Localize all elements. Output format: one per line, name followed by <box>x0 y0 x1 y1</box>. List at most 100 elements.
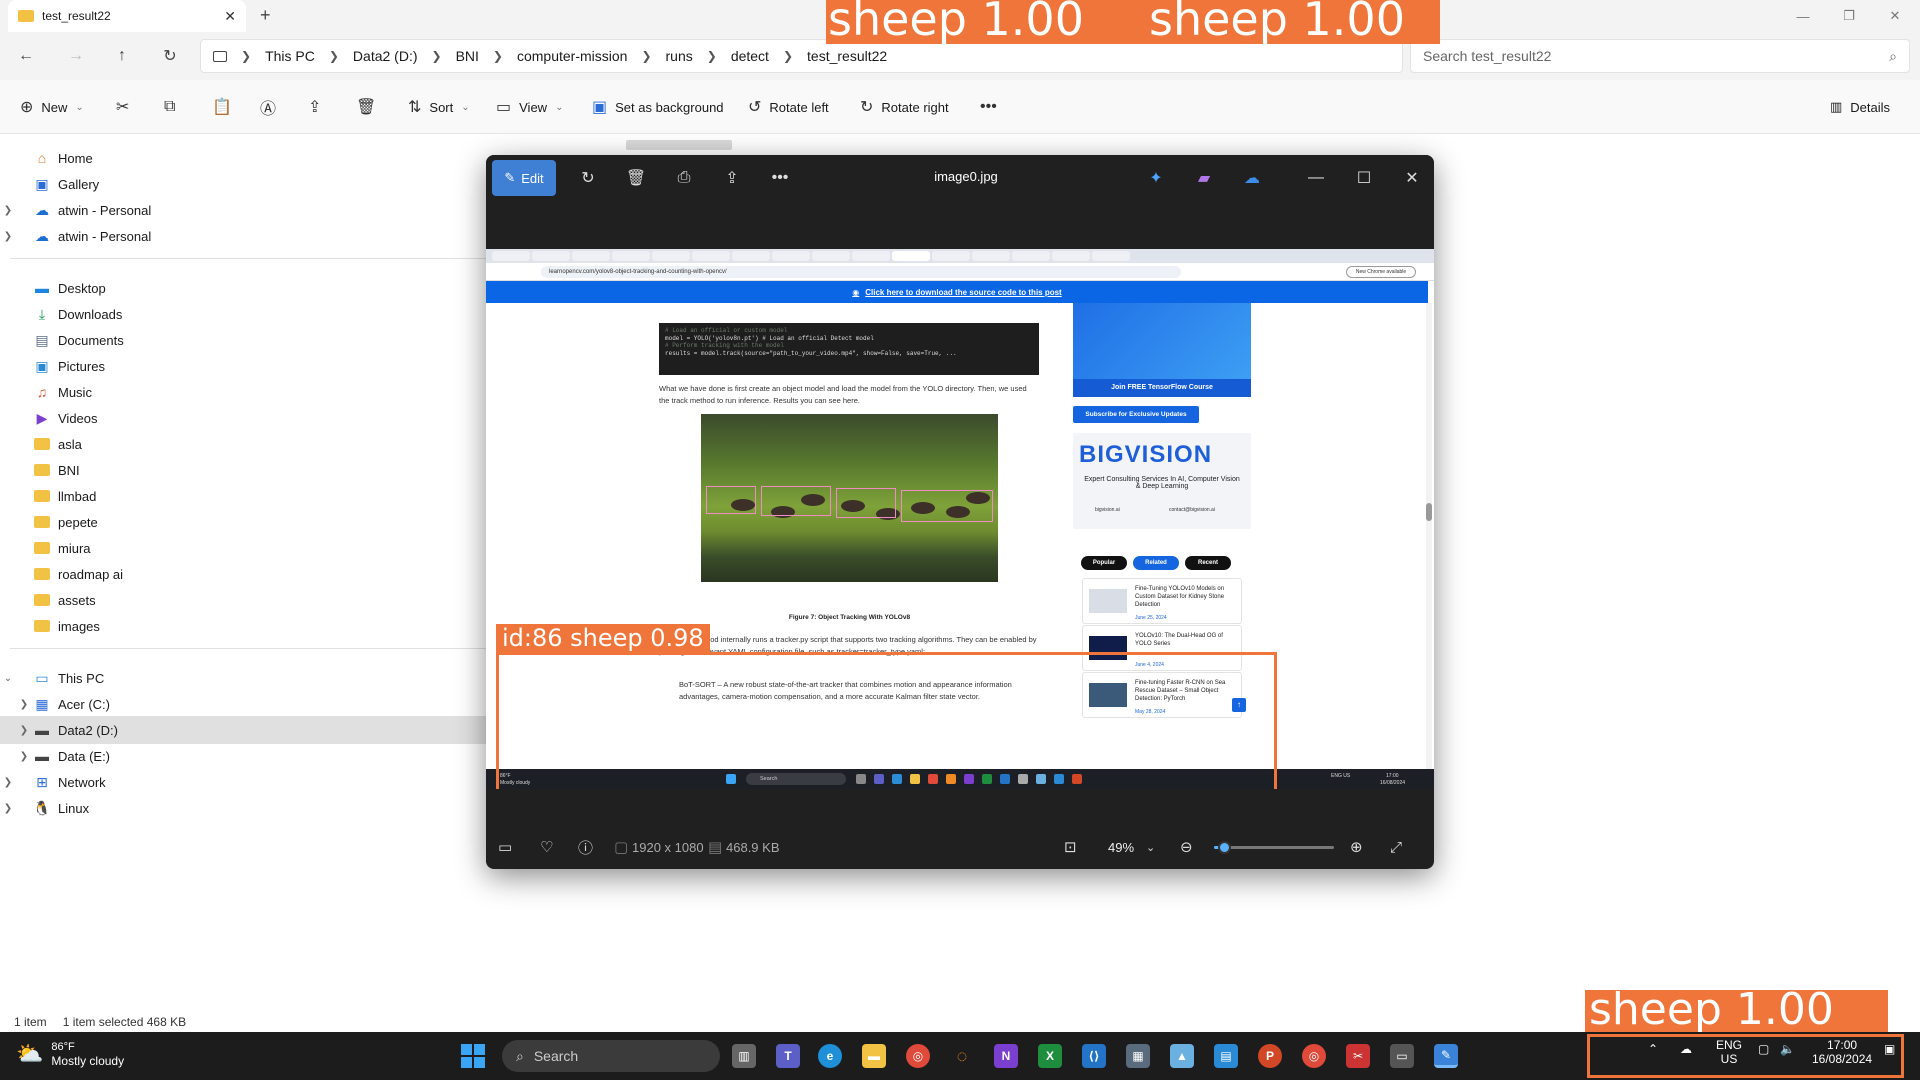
onenote-icon[interactable]: N <box>994 1044 1018 1068</box>
sidebar-item-folder[interactable]: asla <box>0 430 498 458</box>
more-options-button[interactable]: ••• <box>980 80 997 134</box>
chevron-right-icon[interactable]: ❯ <box>0 231 16 242</box>
volume-icon[interactable]: 🔈 <box>1780 1042 1795 1056</box>
sidebar-item-desktop[interactable]: ▬ Desktop <box>0 274 498 302</box>
maximize-button[interactable]: ❐ <box>1826 0 1872 32</box>
print-button[interactable]: ⎙ <box>666 160 702 196</box>
favorite-heart-icon[interactable]: ♡ <box>540 838 553 856</box>
sidebar-item-music[interactable]: ♫ Music <box>0 378 498 406</box>
photos-app-icon[interactable]: ▲ <box>1170 1044 1194 1068</box>
edge-icon[interactable]: e <box>818 1044 842 1068</box>
fit-to-window-icon[interactable]: ⊡ <box>1064 838 1077 856</box>
share-button[interactable]: ⇪ <box>714 160 750 196</box>
sidebar-item-folder[interactable]: pepete <box>0 508 498 536</box>
task-view-icon[interactable]: ▥ <box>732 1044 756 1068</box>
file-explorer-icon[interactable]: ▬ <box>862 1044 886 1068</box>
info-icon[interactable]: ⓘ <box>578 837 593 858</box>
breadcrumb-item[interactable]: This PC <box>265 48 315 64</box>
address-bar[interactable]: ❯ This PC ❯ Data2 (D:) ❯ BNI ❯ computer-… <box>200 39 1403 73</box>
more-button[interactable]: ••• <box>762 160 798 196</box>
maximize-button[interactable]: ☐ <box>1346 160 1382 196</box>
sidebar-item-folder[interactable]: assets <box>0 586 498 614</box>
sidebar-item-folder[interactable]: llmbad <box>0 482 498 510</box>
jupyter-icon[interactable]: ◌ <box>950 1044 974 1068</box>
share-button[interactable]: ⇪ <box>308 80 321 134</box>
rename-button[interactable]: Ⓐ <box>260 80 276 134</box>
breadcrumb-item[interactable]: BNI <box>456 48 479 64</box>
sidebar-item-home[interactable]: ⌂ Home <box>0 144 498 172</box>
sidebar-item-this-pc[interactable]: ⌄ ▭ This PC <box>0 664 498 692</box>
rotate-left-button[interactable]: ↺ Rotate left <box>748 80 829 134</box>
sidebar-item-drive[interactable]: ❯ ▬ Data (E:) <box>0 742 498 770</box>
onedrive-button[interactable]: ☁ <box>1234 160 1270 196</box>
sidebar-item-videos[interactable]: ▶ Videos <box>0 404 498 432</box>
designer-button[interactable]: ✦ <box>1138 160 1174 196</box>
snipping-tool-icon[interactable]: ✂ <box>1346 1044 1370 1068</box>
close-button[interactable]: ✕ <box>1394 160 1430 196</box>
full-screen-icon[interactable]: ⤢ <box>1390 839 1402 856</box>
clipchamp-button[interactable]: ▰ <box>1186 160 1222 196</box>
app-window-icon[interactable]: ▭ <box>1390 1044 1414 1068</box>
breadcrumb-item[interactable]: test_result22 <box>807 48 887 64</box>
show-hidden-icons[interactable]: ⌃ <box>1648 1042 1658 1056</box>
chevron-right-icon[interactable]: ❯ <box>0 777 16 788</box>
sidebar-item-linux[interactable]: ❯ 🐧 Linux <box>0 794 498 822</box>
view-button[interactable]: ▭ View ⌄ <box>496 80 563 134</box>
sidebar-item-downloads[interactable]: ⤓ Downloads <box>0 300 498 328</box>
rotate-right-button[interactable]: ↻ Rotate right <box>860 80 949 134</box>
sidebar-item-pictures[interactable]: ▣ Pictures <box>0 352 498 380</box>
sidebar-item-folder[interactable]: images <box>0 612 498 640</box>
edit-button[interactable]: ✎ Edit <box>492 160 556 196</box>
cut-button[interactable]: ✂ <box>116 80 129 134</box>
set-background-button[interactable]: ▣ Set as background <box>592 80 724 134</box>
clock[interactable]: 17:00 16/08/2024 <box>1812 1038 1872 1066</box>
up-button[interactable]: ↑ <box>108 42 136 70</box>
minimize-button[interactable]: — <box>1780 0 1826 32</box>
zoom-slider-handle[interactable] <box>1217 841 1231 854</box>
rotate-button[interactable]: ↻ <box>570 160 606 196</box>
breadcrumb-item[interactable]: computer-mission <box>517 48 627 64</box>
minimize-button[interactable]: — <box>1298 160 1334 196</box>
back-button[interactable]: ← <box>12 42 40 70</box>
details-button[interactable]: ▥ Details <box>1830 80 1890 134</box>
new-button[interactable]: ⊕ New ⌄ <box>20 80 84 134</box>
chevron-right-icon[interactable]: ❯ <box>0 803 16 814</box>
sidebar-item-folder[interactable]: roadmap ai <box>0 560 498 588</box>
zoom-slider[interactable] <box>1214 841 1334 854</box>
sidebar-item-network[interactable]: ❯ ⊞ Network <box>0 768 498 796</box>
refresh-button[interactable]: ↻ <box>156 42 184 70</box>
filmstrip-icon[interactable]: ▭ <box>498 838 512 856</box>
onedrive-tray-icon[interactable]: ☁ <box>1680 1042 1692 1056</box>
start-button[interactable] <box>461 1044 485 1068</box>
paste-button[interactable]: 📋 <box>212 80 232 134</box>
excel-icon[interactable]: X <box>1038 1044 1062 1068</box>
zoom-in-icon[interactable]: ⊕ <box>1350 838 1363 856</box>
sidebar-item-drive[interactable]: ❯ ▬ Data2 (D:) <box>0 716 498 744</box>
copy-button[interactable]: ⧉ <box>164 80 175 134</box>
teams-icon[interactable]: T <box>776 1044 800 1068</box>
chevron-right-icon[interactable]: ❯ <box>16 699 32 710</box>
search-input[interactable]: Search test_result22 ⌕ <box>1410 39 1910 73</box>
taskbar-search[interactable]: ⌕ Search <box>502 1040 720 1072</box>
sidebar-item-drive[interactable]: ❯ ▦ Acer (C:) <box>0 690 498 718</box>
language-indicator[interactable]: ENG US <box>1716 1038 1742 1066</box>
calculator-icon[interactable]: ▦ <box>1126 1044 1150 1068</box>
breadcrumb-item[interactable]: runs <box>666 48 693 64</box>
chevron-down-icon[interactable]: ⌄ <box>0 673 16 684</box>
sidebar-item-documents[interactable]: ▤ Documents <box>0 326 498 354</box>
notification-icon[interactable]: ▣ <box>1884 1042 1895 1056</box>
new-tab-button[interactable]: + <box>260 5 271 26</box>
chrome-profile-icon[interactable]: ◎ <box>1302 1044 1326 1068</box>
chevron-right-icon[interactable]: ❯ <box>0 205 16 216</box>
sidebar-item-onedrive[interactable]: ❯ ☁ atwin - Personal <box>0 196 498 224</box>
zoom-out-icon[interactable]: ⊖ <box>1180 838 1193 856</box>
delete-button[interactable]: 🗑 <box>618 160 654 196</box>
horizontal-scrollbar[interactable] <box>626 140 732 150</box>
close-tab-icon[interactable]: ✕ <box>224 8 236 25</box>
network-icon[interactable]: ▢ <box>1758 1042 1769 1056</box>
chevron-down-icon[interactable]: ⌄ <box>1146 841 1155 854</box>
displayed-image[interactable]: learnopencv.com/yolov8-object-tracking-a… <box>486 249 1434 789</box>
sort-button[interactable]: ⇅ Sort ⌄ <box>408 80 470 134</box>
breadcrumb-item[interactable]: detect <box>731 48 769 64</box>
explorer-tab[interactable]: test_result22 ✕ <box>8 0 246 32</box>
